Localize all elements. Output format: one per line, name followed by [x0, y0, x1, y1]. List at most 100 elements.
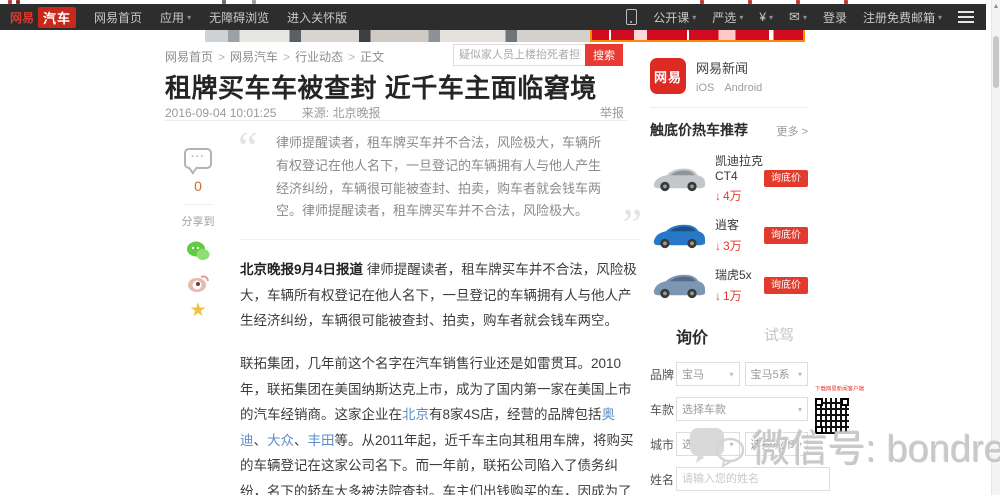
car-photo [650, 162, 706, 194]
scrollbar-thumb[interactable] [993, 36, 999, 88]
model-select[interactable]: 选择车款▾ [676, 397, 808, 421]
car-photo [650, 219, 706, 251]
series-select[interactable]: 宝马5系▾ [745, 362, 809, 386]
chevron-down-icon: ▾ [187, 13, 191, 22]
chevron-down-icon: ▾ [729, 370, 733, 379]
paragraph-2: 联拓集团，几年前这个名字在汽车销售行业还是如雷贯耳。2010年，联拓集团在美国纳… [240, 351, 640, 495]
share-label: 分享到 [180, 213, 216, 229]
hot-cars-title: 触底价热车推荐 [650, 120, 748, 140]
report-lead: 北京晚报9月4日报道 [240, 262, 363, 277]
nav-finance[interactable]: ¥▾ [759, 10, 773, 24]
ad-banner[interactable] [205, 30, 805, 42]
brand-select[interactable]: 宝马▾ [676, 362, 740, 386]
divider [650, 107, 808, 108]
top-navbar: 网易 汽车 网易首页 应用▾ 无障碍浏览 进入关怀版 公开课▾ 严选▾ ¥▾ ✉… [0, 4, 986, 30]
article-body: “ 律师提醒读者，租车牌买车并不合法，风险极大，车辆所有权登记在他人名下，一旦登… [240, 124, 640, 495]
breadcrumb-auto[interactable]: 网易汽车 [230, 50, 278, 64]
nav-yanxuan[interactable]: 严选▾ [712, 9, 743, 26]
ask-price-button[interactable]: 询底价 [764, 170, 808, 187]
chevron-down-icon: ▾ [798, 405, 802, 414]
city-select[interactable]: 选择城市▾ [745, 432, 809, 456]
link-toyota[interactable]: 丰田 [308, 433, 335, 448]
open-quote-icon: “ [238, 126, 258, 170]
qr-label: 下载网易新闻客户端 [815, 385, 856, 392]
search-button[interactable]: 搜索 [585, 44, 623, 66]
mobile-icon[interactable] [626, 9, 637, 25]
price-drop-value: 4万 [723, 189, 742, 203]
nav-mail[interactable]: ✉▾ [789, 9, 807, 25]
news-app-promo[interactable]: 网易 网易新闻 iOS Android [650, 58, 808, 94]
breadcrumb-current: 正文 [360, 50, 384, 64]
source-label: 来源: [302, 106, 329, 120]
car-item-cadillac-ct4[interactable]: 凯迪拉克CT4 ↓4万 询底价 [650, 152, 808, 204]
article-meta: 2016-09-04 10:01:25 来源: 北京晚报 [165, 104, 627, 121]
scroll-up-icon[interactable] [994, 4, 998, 8]
share-rail: ··· 0 分享到 ★ [180, 148, 216, 320]
tab-test-drive[interactable]: 试驾 [764, 324, 794, 348]
app-ios-link[interactable]: iOS [696, 82, 714, 94]
tab-inquiry[interactable]: 询价 [676, 324, 708, 348]
model-label: 车款 [650, 401, 676, 418]
page-title: 租牌买车车被查封 近千车主面临窘境 [165, 68, 725, 105]
sidebar: 网易 网易新闻 iOS Android 触底价热车推荐 更多 > 凯迪拉 [650, 58, 808, 491]
ask-price-button[interactable]: 询底价 [764, 227, 808, 244]
logo-prefix: 网易 [10, 9, 34, 26]
app-name: 网易新闻 [696, 58, 762, 77]
inquiry-tabs: 询价 试驾 [650, 324, 808, 348]
price-drop-value: 1万 [723, 289, 742, 303]
chevron-down-icon: ▾ [739, 13, 743, 22]
hot-cars-more-link[interactable]: 更多 > [777, 123, 808, 139]
comment-icon[interactable]: ··· [184, 148, 212, 169]
search-input[interactable] [453, 44, 587, 66]
ask-price-button[interactable]: 询底价 [764, 277, 808, 294]
article-date: 2016-09-04 10:01:25 [165, 106, 276, 120]
nav-login[interactable]: 登录 [823, 9, 847, 26]
mail-icon: ✉ [789, 9, 800, 25]
quote-text: 律师提醒读者，租车牌买车并不合法，风险极大，车辆所有权登记在他人名下，一旦登记的… [276, 135, 601, 218]
province-select[interactable]: 选择省▾ [676, 432, 740, 456]
app-android-link[interactable]: Android [724, 82, 762, 94]
nav-app[interactable]: 应用▾ [160, 9, 191, 26]
nav-open-course[interactable]: 公开课▾ [653, 9, 696, 26]
scrollbar[interactable] [991, 0, 1000, 495]
chevron-down-icon: ▾ [803, 13, 807, 22]
car-item-qashqai[interactable]: 逍客 ↓3万 询底价 [650, 216, 808, 254]
page: 网易 汽车 网易首页 应用▾ 无障碍浏览 进入关怀版 公开课▾ 严选▾ ¥▾ ✉… [0, 0, 1000, 495]
car-name: 瑞虎5x [715, 266, 764, 283]
favorite-star-icon[interactable]: ★ [180, 301, 216, 320]
netease-app-icon: 网易 [650, 58, 686, 94]
article-source[interactable]: 北京晚报 [332, 106, 380, 120]
price-drop-value: 3万 [723, 239, 742, 253]
nav-care-edition[interactable]: 进入关怀版 [287, 9, 347, 26]
breadcrumb-channel[interactable]: 行业动态 [295, 50, 343, 64]
divider [165, 120, 627, 121]
report-link[interactable]: 举报 [600, 104, 624, 121]
comment-count[interactable]: 0 [180, 178, 216, 194]
close-quote-icon: ” [622, 203, 642, 247]
nav-home[interactable]: 网易首页 [94, 9, 142, 26]
form-row-city: 城市 选择省▾ 选择城市▾ [650, 432, 808, 456]
name-label: 姓名 [650, 471, 676, 488]
car-photo [650, 269, 706, 301]
car-name: 凯迪拉克CT4 [715, 152, 764, 183]
wechat-icon[interactable] [186, 241, 210, 261]
city-label: 城市 [650, 436, 676, 453]
brand-label: 品牌 [650, 366, 676, 383]
link-volkswagen[interactable]: 大众 [267, 433, 294, 448]
breadcrumb-home[interactable]: 网易首页 [165, 50, 213, 64]
car-name: 逍客 [715, 216, 764, 233]
car-item-tiggo-5x[interactable]: 瑞虎5x ↓1万 询底价 [650, 266, 808, 304]
lawyer-quote-block: “ 律师提醒读者，租车牌买车并不合法，风险极大，车辆所有权登记在他人名下，一旦登… [240, 124, 640, 240]
price-drop-icon: ↓ [715, 189, 721, 203]
link-beijing[interactable]: 北京 [402, 407, 429, 422]
menu-icon[interactable] [958, 11, 974, 13]
form-row-model: 车款 选择车款▾ [650, 397, 808, 421]
chevron-down-icon: ▾ [798, 370, 802, 379]
nav-accessibility[interactable]: 无障碍浏览 [209, 9, 269, 26]
netease-auto-logo[interactable]: 网易 汽车 [10, 7, 76, 28]
ad-banner-photo [205, 30, 590, 42]
name-input[interactable] [676, 467, 830, 491]
nav-register-mail[interactable]: 注册免费邮箱▾ [863, 9, 942, 26]
weibo-icon[interactable] [186, 273, 210, 293]
ad-banner-red [590, 30, 805, 42]
